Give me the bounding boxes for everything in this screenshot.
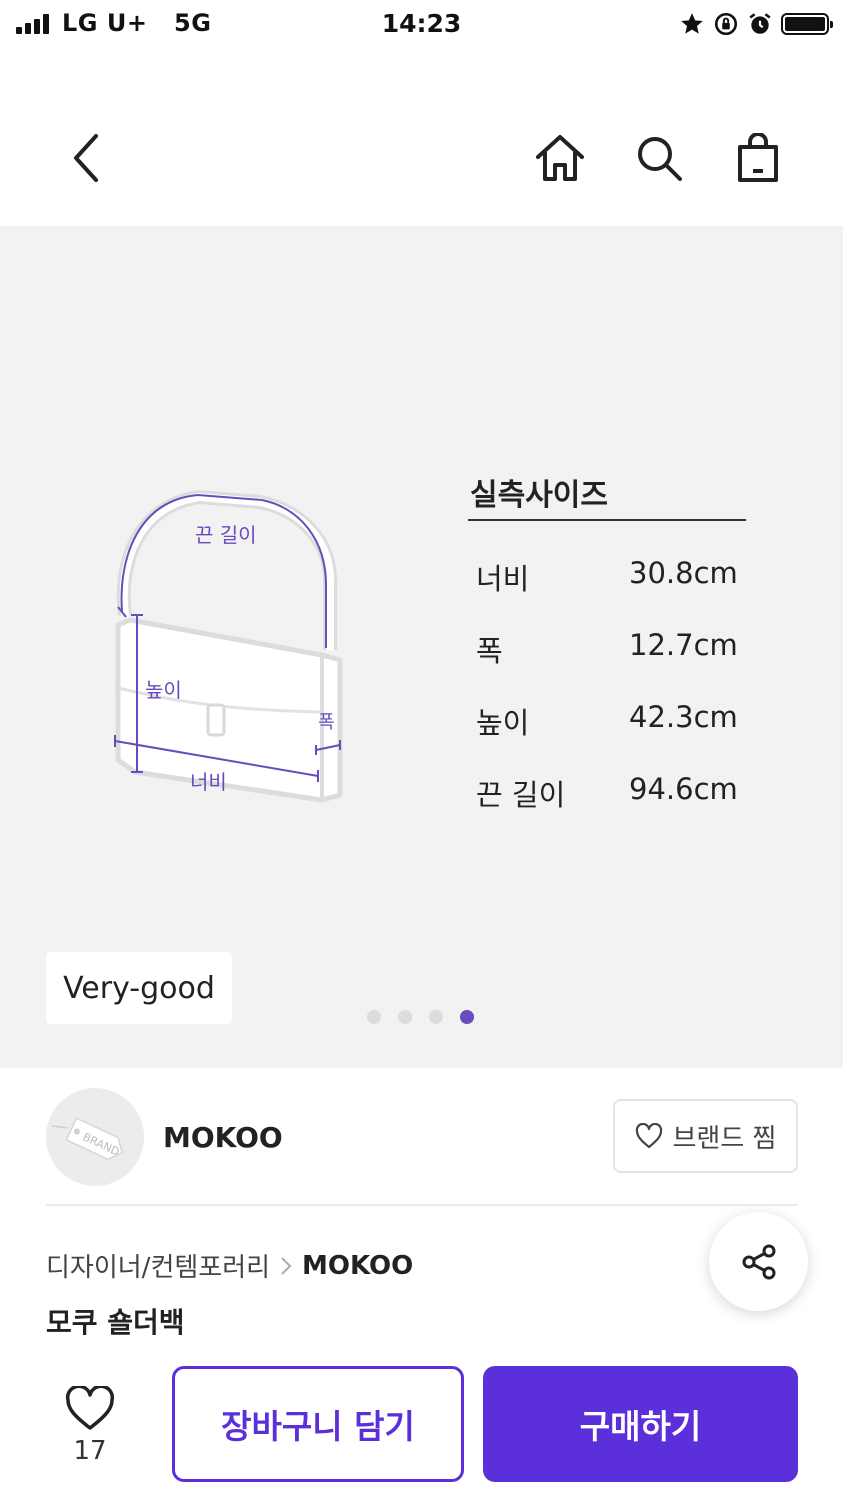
carousel-pagination [367,1010,474,1024]
buy-now-button[interactable]: 구매하기 [483,1366,798,1482]
size-row: 끈 길이 94.6cm [476,772,746,812]
star-icon [681,13,703,34]
brand-like-button[interactable]: 브랜드 찜 [613,1099,798,1173]
add-to-cart-button[interactable]: 장바구니 담기 [172,1366,464,1482]
share-button[interactable] [709,1212,808,1311]
product-name: 모쿠 숄더백 [46,1306,185,1339]
size-value: 42.3cm [629,700,738,734]
wishlist-count: 17 [73,1436,107,1466]
heart-icon [635,1123,662,1149]
size-label: 폭 [476,634,503,668]
size-row: 너비 30.8cm [476,556,746,596]
breadcrumb-category[interactable]: 디자이너/컨템포러리 [46,1247,270,1284]
status-icons [679,9,833,39]
size-table-title: 실측사이즈 [470,478,608,513]
share-icon [742,1244,775,1279]
carousel-dot[interactable] [367,1010,381,1024]
size-table-divider [468,519,746,521]
home-button[interactable] [532,130,588,186]
size-row: 폭 12.7cm [476,628,746,668]
product-image-gallery[interactable]: 끈 길이 높이 폭 너비 실측사이즈 너비 30.8cm 폭 12.7cm 높이… [0,226,843,1068]
alarm-icon [749,13,771,34]
brand-tag-icon: BRAND [51,1117,124,1161]
brand-name[interactable]: MOKOO [163,1121,283,1154]
diagram-width-label: 너비 [190,770,227,794]
status-bar: LG U+ 5G 14:23 [0,0,843,50]
back-button[interactable] [58,130,114,186]
diagram-height-label: 높이 [145,678,182,702]
size-value: 30.8cm [629,556,738,590]
size-value: 94.6cm [629,772,738,806]
rotation-lock-icon [714,12,738,36]
brand-like-label: 브랜드 찜 [672,1123,777,1154]
carousel-dot-active[interactable] [460,1010,474,1024]
bag-outline-image: 끈 길이 높이 폭 너비 [114,489,343,803]
breadcrumb: 디자이너/컨템포러리 MOKOO [46,1247,413,1284]
brand-logo[interactable]: BRAND [46,1088,144,1186]
size-value: 12.7cm [629,628,738,662]
heart-icon [65,1386,115,1430]
search-icon [638,137,682,181]
carousel-dot[interactable] [429,1010,443,1024]
size-label: 너비 [476,562,530,596]
carousel-dot[interactable] [398,1010,412,1024]
back-arrow-icon [74,134,98,182]
size-label: 높이 [476,706,530,740]
battery-icon [781,13,833,35]
breadcrumb-brand[interactable]: MOKOO [302,1251,413,1281]
chevron-right-icon [280,1256,292,1276]
top-nav [0,110,843,210]
size-label: 끈 길이 [476,778,566,812]
condition-grade-badge: Very-good [46,952,232,1024]
cart-button[interactable] [730,130,786,186]
bag-size-diagram: 끈 길이 높이 폭 너비 [100,486,360,820]
wishlist-button[interactable]: 17 [60,1386,120,1476]
diagram-strap-label: 끈 길이 [195,523,257,547]
size-row: 높이 42.3cm [476,700,746,740]
search-button[interactable] [631,130,687,186]
home-icon [536,135,584,181]
diagram-depth-label: 폭 [318,712,335,733]
section-divider [46,1204,798,1206]
shopping-bag-icon [738,133,778,182]
